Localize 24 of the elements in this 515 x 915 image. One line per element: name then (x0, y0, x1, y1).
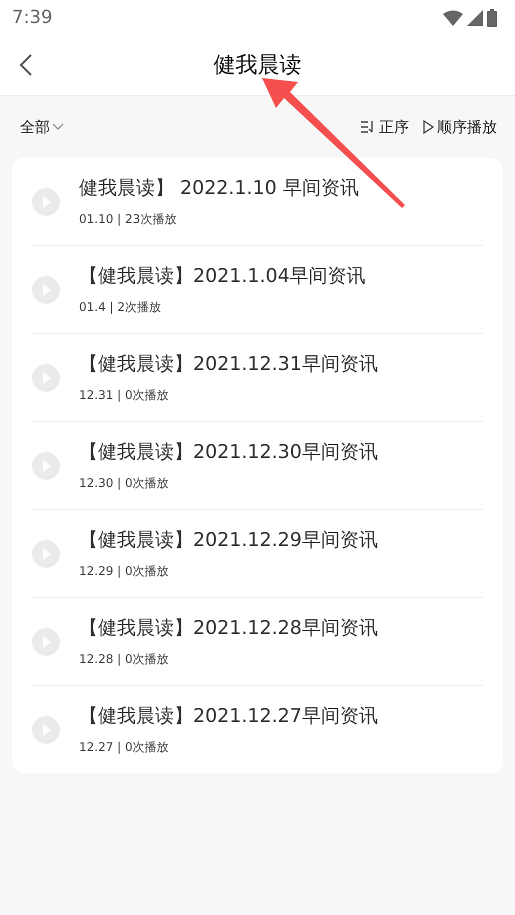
signal-icon (467, 10, 483, 26)
play-icon (423, 120, 434, 134)
filter-dropdown[interactable]: 全部 (20, 118, 64, 136)
chevron-down-icon (52, 123, 64, 131)
episode-title[interactable]: 【健我晨读】2021.12.27早间资讯 (79, 703, 378, 729)
sort-button[interactable]: 正序 (360, 118, 409, 136)
battery-icon (487, 8, 497, 26)
wifi-icon (443, 10, 463, 26)
play-all-button[interactable]: 顺序播放 (423, 118, 497, 136)
episode-title[interactable]: 健我晨读】 2022.1.10 早间资讯 (79, 175, 359, 201)
episode-meta: 12.30 | 0次播放 (79, 475, 170, 492)
episode-meta: 12.27 | 0次播放 (79, 739, 170, 756)
episode-title[interactable]: 【健我晨读】2021.12.28早间资讯 (79, 615, 378, 641)
episode-title[interactable]: 【健我晨读】2021.1.04早间资讯 (79, 263, 366, 289)
episode-meta: 01.4 | 2次播放 (79, 299, 162, 316)
episode-meta: 12.29 | 0次播放 (79, 563, 170, 580)
episode-meta: 12.31 | 0次播放 (79, 387, 170, 404)
page-title: 健我晨读 (214, 52, 302, 80)
status-time: 7:39 (12, 7, 52, 28)
episode-title[interactable]: 【健我晨读】2021.12.30早间资讯 (79, 439, 378, 465)
episode-meta: 12.28 | 0次播放 (79, 651, 170, 668)
episode-title[interactable]: 【健我晨读】2021.12.31早间资讯 (79, 351, 378, 377)
episode-meta: 01.10 | 23次播放 (79, 211, 178, 228)
episode-title[interactable]: 【健我晨读】2021.12.29早间资讯 (79, 527, 378, 553)
